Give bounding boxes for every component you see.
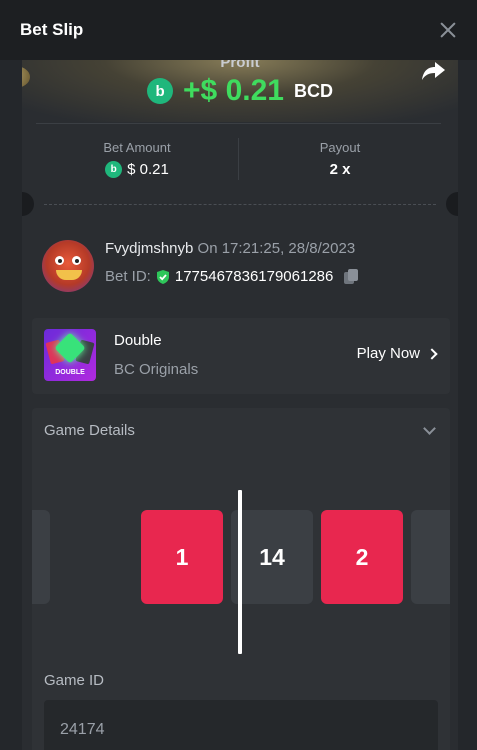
bet-id-label: Bet ID:: [105, 268, 151, 285]
coin-icon: b: [147, 78, 174, 104]
bet-amount-value: $ 0.21: [127, 161, 169, 178]
payout: Payout 2 x: [239, 124, 441, 194]
left-backdrop: [0, 60, 22, 750]
game-id-field[interactable]: 24174: [44, 700, 438, 750]
avatar-mouth: [56, 270, 82, 280]
bet-amount: Bet Amount b $ 0.21: [36, 124, 238, 194]
ticket-perforation: [44, 204, 436, 205]
play-now-label: Play Now: [356, 345, 420, 362]
chevron-down-icon[interactable]: [423, 422, 436, 435]
user-row: Fvydjmshnyb On 17:21:25, 28/8/2023 Bet I…: [42, 238, 442, 292]
profit-currency: BCD: [293, 80, 333, 101]
bet-card: Profit b +$ 0.21 BCD Bet Amount b $ 0.21…: [22, 60, 458, 750]
game-name: Double: [114, 332, 162, 349]
thumb-text: DOUBLE: [55, 369, 85, 376]
play-now-button[interactable]: Play Now: [356, 345, 438, 362]
game-provider: BC Originals: [114, 361, 199, 378]
game-details-panel: Game Details 1 14 2 Game ID 24174: [32, 408, 450, 750]
profit-row: b +$ 0.21 BCD: [22, 74, 458, 108]
page-title: Bet Slip: [20, 20, 84, 39]
ticket-notch-left: [22, 192, 34, 216]
roll-tile: 14: [231, 510, 313, 604]
roll-tile: 1: [141, 510, 223, 604]
close-icon[interactable]: [439, 21, 457, 39]
shield-check-icon: [156, 269, 169, 284]
roll-tile: [32, 510, 50, 604]
user-info: Fvydjmshnyb On 17:21:25, 28/8/2023: [105, 240, 355, 257]
profit-value: +$ 0.21: [183, 74, 284, 107]
chevron-right-icon: [426, 347, 438, 360]
roll-tile: [411, 510, 450, 604]
game-card[interactable]: DOUBLE Double BC Originals Play Now: [32, 318, 450, 394]
copy-icon[interactable]: [343, 268, 359, 285]
username[interactable]: Fvydjmshnyb: [105, 240, 193, 257]
avatar[interactable]: [42, 240, 94, 292]
game-id-label: Game ID: [44, 672, 105, 689]
bet-id-value: 177546783617906128​6: [174, 268, 334, 285]
avatar-eye: [72, 256, 81, 265]
roll-tile: 2: [321, 510, 403, 604]
bet-amount-value-row: b $ 0.21: [105, 161, 169, 178]
right-backdrop: [455, 60, 477, 750]
payout-value: 2 x: [329, 161, 351, 178]
bet-slip-header: Bet Slip: [0, 0, 477, 60]
game-details-title[interactable]: Game Details: [44, 422, 135, 439]
profit-label: Profit: [220, 60, 260, 71]
avatar-eye: [55, 256, 64, 265]
coin-icon: b: [105, 161, 123, 178]
payout-label: Payout: [319, 140, 361, 155]
amounts-row: Bet Amount b $ 0.21 Payout 2 x: [36, 124, 441, 194]
bet-timestamp: On 17:21:25, 28/8/2023: [197, 240, 356, 257]
bet-amount-label: Bet Amount: [103, 140, 171, 155]
roll-pointer: [238, 490, 242, 654]
game-thumbnail[interactable]: DOUBLE: [44, 329, 96, 381]
ticket-notch-right: [446, 192, 458, 216]
bet-id-row: Bet ID: 177546783617906128​6: [105, 268, 359, 285]
